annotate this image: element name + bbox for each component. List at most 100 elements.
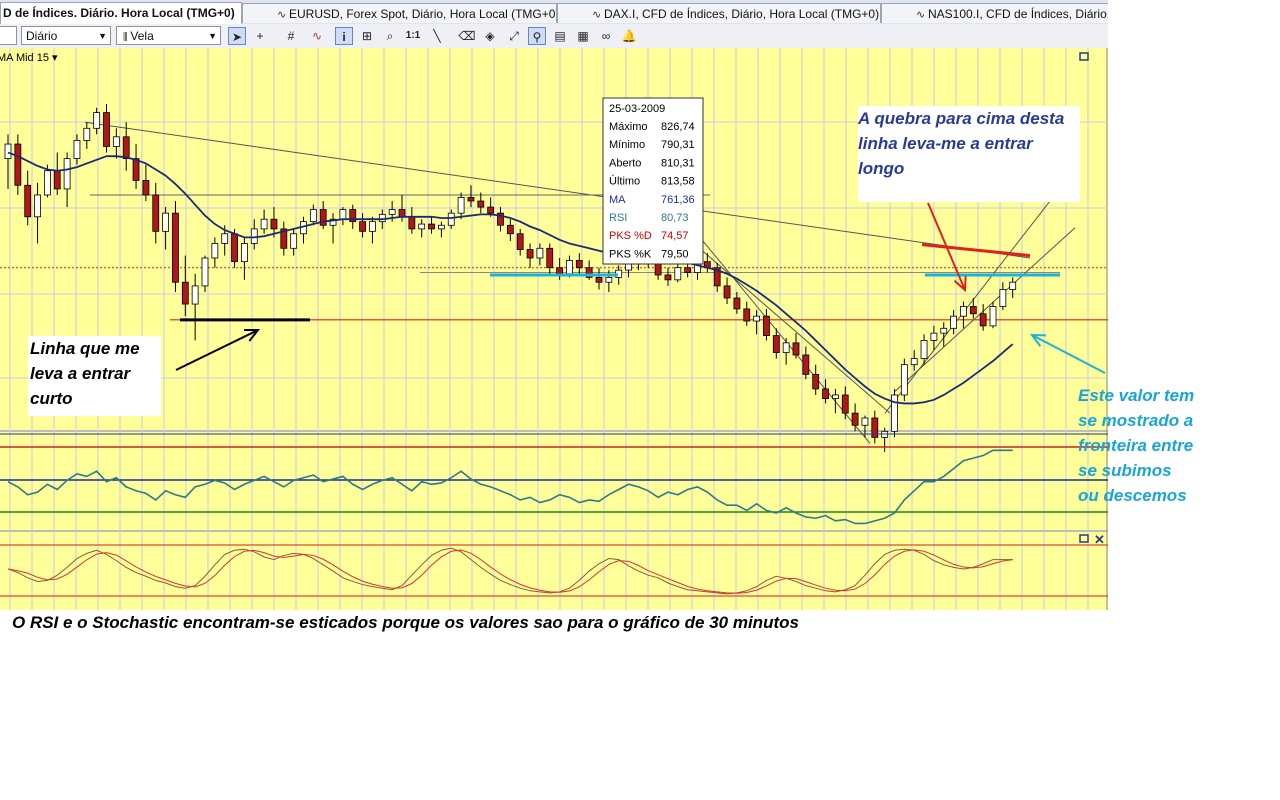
line-tool-button[interactable]: ╲ bbox=[428, 27, 446, 45]
candle-body bbox=[378, 213, 386, 223]
candle-body bbox=[654, 262, 662, 276]
candle-body bbox=[437, 224, 445, 230]
candle-body bbox=[14, 143, 22, 186]
candle-body bbox=[467, 196, 475, 202]
tooltip-label: Mínimo bbox=[609, 139, 645, 151]
compare-button[interactable]: ▦ bbox=[574, 27, 592, 45]
candle-body bbox=[231, 233, 238, 263]
candle-body bbox=[398, 209, 406, 218]
candle-body bbox=[359, 221, 367, 232]
zoom-button[interactable]: ⌕ bbox=[381, 27, 399, 45]
crosshair-tool-button[interactable]: + bbox=[251, 27, 269, 45]
candle-body bbox=[418, 223, 426, 230]
candle-body bbox=[24, 184, 32, 218]
tooltip-label: RSI bbox=[609, 212, 627, 224]
zoom-in-button[interactable]: ⊞ bbox=[358, 27, 376, 45]
candle-body bbox=[53, 170, 61, 190]
candle-body bbox=[763, 315, 770, 336]
pointer-tool-button[interactable]: ➤ bbox=[228, 27, 246, 45]
candle-body bbox=[861, 417, 869, 426]
alert-button[interactable]: 🔔 bbox=[620, 27, 638, 45]
annotation-short-entry: Linha que me leva a entrar curto bbox=[28, 336, 161, 416]
candle-body bbox=[900, 364, 908, 396]
info-icon: i bbox=[342, 30, 346, 44]
candle-body bbox=[428, 223, 435, 230]
stoch-panel-bg bbox=[0, 532, 1108, 610]
tooltip-label: Último bbox=[609, 175, 640, 188]
tab-active-chart[interactable]: D de Índices. Diário. Hora Local (TMG+0) bbox=[0, 2, 242, 24]
candle-body bbox=[112, 136, 120, 147]
tooltip-label: Aberto bbox=[609, 157, 641, 169]
compare-icon: ▦ bbox=[577, 29, 589, 43]
candle-body bbox=[172, 212, 179, 283]
candle-body bbox=[240, 243, 248, 263]
chevron-down-icon: ▼ bbox=[208, 31, 217, 41]
candle-body bbox=[960, 306, 967, 317]
template-icon: ▤ bbox=[554, 29, 566, 43]
tooltip-value: 80,73 bbox=[661, 212, 689, 224]
eraser-button[interactable]: ⌫ bbox=[458, 27, 476, 45]
chart-style-value: Vela bbox=[130, 29, 154, 43]
info-button[interactable]: i bbox=[335, 27, 353, 45]
candle-body bbox=[221, 233, 229, 244]
chart-style-select[interactable]: ⫼ Vela ▼ bbox=[116, 26, 221, 45]
candle-body bbox=[201, 257, 209, 287]
magnet-button[interactable]: ⚲ bbox=[528, 27, 546, 45]
candle-body bbox=[832, 394, 839, 400]
candle-body bbox=[447, 212, 455, 226]
candle-body bbox=[782, 342, 790, 353]
zoom-box-icon: ⊞ bbox=[361, 29, 373, 43]
crosshair-icon: + bbox=[256, 29, 264, 43]
candle-body bbox=[664, 274, 672, 281]
period-select[interactable]: Diário ▼ bbox=[21, 26, 111, 45]
tab-dax[interactable]: ∿ DAX.I, CFD de Índices, Diário, Hora Loc… bbox=[557, 3, 881, 23]
candle-body bbox=[723, 285, 731, 299]
palette-icon: ◈ bbox=[485, 29, 495, 43]
candle-body bbox=[339, 209, 347, 220]
candle-body bbox=[388, 209, 396, 215]
candle-body bbox=[792, 342, 800, 356]
candle-body bbox=[989, 306, 997, 327]
candle-body bbox=[920, 340, 928, 360]
candle-body bbox=[191, 285, 199, 305]
candle-body bbox=[516, 233, 524, 250]
tooltip-label: MA bbox=[609, 194, 626, 206]
candle-body bbox=[743, 308, 751, 322]
candle-body bbox=[83, 127, 91, 141]
annotation-line: fronteira entre bbox=[1078, 436, 1194, 455]
annotation-line: se mostrado a bbox=[1078, 411, 1194, 430]
annotation-line: se subimos bbox=[1078, 461, 1172, 480]
candle-body bbox=[979, 313, 987, 327]
grid-button[interactable]: # bbox=[282, 27, 300, 45]
tab-nas100[interactable]: ∿NAS100.I, CFD de Índices, Diário, Ho bbox=[881, 3, 1108, 23]
trendline-icon: ╲ bbox=[433, 29, 441, 43]
annotation-line: leva a entrar bbox=[30, 364, 131, 383]
tooltip-value: 813,58 bbox=[661, 176, 695, 188]
candle-body bbox=[812, 373, 820, 390]
candle-body bbox=[733, 297, 741, 310]
candle-body bbox=[605, 276, 613, 283]
candle-body bbox=[211, 243, 219, 259]
candle-body bbox=[250, 228, 258, 244]
indicators-button[interactable]: ∿ bbox=[308, 27, 326, 45]
one-to-one-icon: 1:1 bbox=[405, 30, 421, 41]
candle-body bbox=[260, 218, 268, 230]
candle-body bbox=[674, 267, 682, 281]
candle-body bbox=[477, 200, 485, 208]
candle-body bbox=[772, 335, 780, 353]
magnifier-icon: ⌕ bbox=[386, 29, 394, 43]
expand-button[interactable]: ⤢ bbox=[505, 27, 523, 45]
properties-button[interactable]: ◈ bbox=[481, 27, 499, 45]
candle-body bbox=[34, 194, 41, 218]
tab-eurusd[interactable]: ∿ EURUSD, Forex Spot, Diário, Hora Local … bbox=[242, 3, 557, 23]
scale-one-to-one-button[interactable]: 1:1 bbox=[404, 27, 422, 45]
candle-body bbox=[290, 233, 298, 249]
template-button[interactable]: ▤ bbox=[551, 27, 569, 45]
candle-body bbox=[132, 158, 140, 181]
symbol-select[interactable] bbox=[0, 26, 17, 45]
link-button[interactable]: ∞ bbox=[597, 27, 615, 45]
candle-body bbox=[103, 112, 110, 147]
candle-body bbox=[487, 206, 495, 214]
link-icon: ∞ bbox=[601, 29, 611, 43]
candle-body bbox=[930, 332, 938, 341]
